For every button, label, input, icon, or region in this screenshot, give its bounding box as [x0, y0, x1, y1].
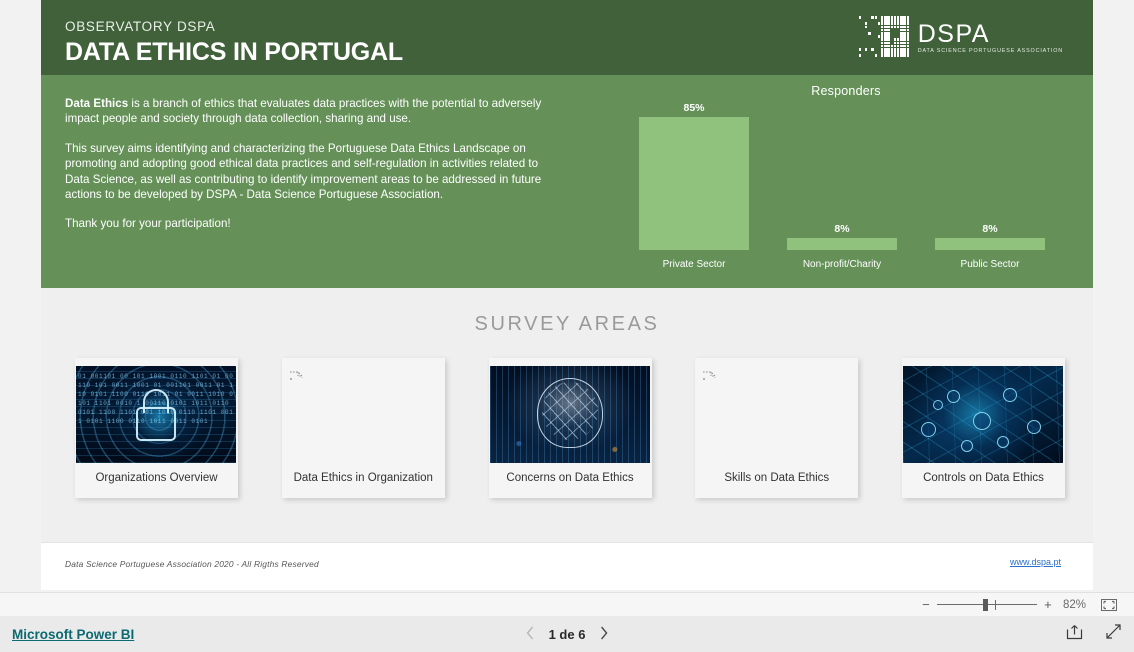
network-node — [973, 412, 991, 430]
power-bi-report-viewer: OBSERVATORY DSPA DATA ETHICS IN PORTUGAL… — [0, 0, 1134, 652]
report-footer: Data Science Portuguese Association 2020… — [41, 542, 1093, 590]
bar-label-private-sector: Private Sector — [611, 259, 777, 270]
bar-wrap: 8% — [787, 117, 897, 250]
bar-value-private-sector: 85% — [639, 102, 749, 114]
chart-title: Responders — [621, 84, 1071, 98]
intro-paragraph-2: This survey aims identifying and charact… — [65, 141, 563, 203]
share-icon — [1066, 623, 1083, 640]
intro-paragraph-1-rest: is a branch of ethics that evaluates dat… — [65, 97, 541, 125]
bar-column-private-sector[interactable]: 85% Private Sector — [621, 117, 767, 272]
padlock-body — [136, 407, 176, 441]
zoom-level-label: 82% — [1063, 599, 1086, 611]
intro-paragraph-3: Thank you for your participation! — [65, 216, 563, 231]
dspa-logo: DSPA DATA SCIENCE PORTUGUESE ASSOCIATION — [846, 14, 1063, 62]
bar-wrap: 85% — [639, 117, 749, 250]
intro-lead: Data Ethics — [65, 97, 128, 110]
card-label: Concerns on Data Ethics — [489, 472, 652, 484]
responders-bar-chart[interactable]: Responders 85% Private Sector 8% Non-pro… — [621, 84, 1071, 279]
intro-paragraph-1: Data Ethics is a branch of ethics that e… — [65, 96, 563, 127]
network-node — [947, 390, 960, 403]
report-canvas: OBSERVATORY DSPA DATA ETHICS IN PORTUGAL… — [41, 0, 1093, 590]
head-outline — [537, 378, 603, 448]
dspa-website-link[interactable]: www.dspa.pt — [1010, 557, 1061, 567]
zoom-slider-handle[interactable] — [983, 599, 988, 611]
survey-card-concerns-on-data-ethics[interactable]: Concerns on Data Ethics — [489, 358, 652, 498]
fit-to-page-button[interactable] — [1096, 596, 1122, 614]
bar-nonprofit[interactable] — [787, 238, 897, 251]
zoom-out-button[interactable]: − — [919, 597, 933, 612]
chart-plot-area: 85% Private Sector 8% Non-profit/Charity — [621, 117, 1071, 272]
card-label: Controls on Data Ethics — [902, 472, 1065, 484]
broken-image-icon — [702, 371, 716, 387]
survey-card-skills-on-data-ethics[interactable]: Skills on Data Ethics — [695, 358, 858, 498]
bar-label-nonprofit: Non-profit/Charity — [759, 259, 925, 270]
bar-column-nonprofit[interactable]: 8% Non-profit/Charity — [769, 117, 915, 272]
fit-to-page-icon — [1101, 599, 1117, 611]
zoom-slider[interactable] — [937, 598, 1037, 612]
page-title: DATA ETHICS IN PORTUGAL — [65, 38, 403, 67]
card-thumbnail-broken-image-icon — [696, 366, 856, 463]
dspa-logo-subtitle: DATA SCIENCE PORTUGUESE ASSOCIATION — [918, 48, 1063, 55]
zoom-bar: − + 82% — [0, 592, 1134, 616]
zoom-slider-tick — [995, 600, 996, 610]
dspa-logo-mark-icon — [846, 16, 912, 60]
page-indicator: 1 de 6 — [549, 627, 586, 642]
ai-brain-art — [490, 366, 650, 463]
network-nodes-art — [903, 366, 1063, 463]
card-label: Skills on Data Ethics — [695, 472, 858, 484]
report-eyebrow: OBSERVATORY DSPA — [65, 19, 216, 34]
chevron-left-icon — [526, 626, 535, 640]
survey-areas-heading: SURVEY AREAS — [41, 313, 1093, 336]
survey-card-controls-on-data-ethics[interactable]: Controls on Data Ethics — [902, 358, 1065, 498]
card-thumbnail-padlock-icon: 01 001101 00 101 1001 0110 1101 01 00110… — [76, 366, 236, 463]
network-node — [921, 422, 936, 437]
previous-page-button[interactable] — [526, 626, 535, 643]
fullscreen-button[interactable] — [1105, 623, 1122, 645]
intro-text: Data Ethics is a branch of ethics that e… — [65, 96, 563, 232]
microsoft-power-bi-link[interactable]: Microsoft Power BI — [12, 627, 134, 642]
next-page-button[interactable] — [599, 626, 608, 643]
survey-card-data-ethics-in-organization[interactable]: Data Ethics in Organization — [282, 358, 445, 498]
report-header: OBSERVATORY DSPA DATA ETHICS IN PORTUGAL… — [41, 0, 1093, 288]
card-label: Organizations Overview — [75, 472, 238, 484]
report-viewport: OBSERVATORY DSPA DATA ETHICS IN PORTUGAL… — [0, 0, 1134, 592]
bar-value-public-sector: 8% — [935, 223, 1045, 235]
dspa-logo-word: DSPA — [918, 22, 1063, 47]
padlock-binary-art: 01 001101 00 101 1001 0110 1101 01 00110… — [76, 366, 236, 463]
card-label: Data Ethics in Organization — [282, 472, 445, 484]
dspa-logo-text: DSPA DATA SCIENCE PORTUGUESE ASSOCIATION — [918, 22, 1063, 55]
copyright-text: Data Science Portuguese Association 2020… — [65, 559, 319, 569]
bar-label-public-sector: Public Sector — [907, 259, 1073, 270]
card-thumbnail-ai-brain-icon — [490, 366, 650, 463]
bar-private-sector[interactable] — [639, 117, 749, 250]
bar-public-sector[interactable] — [935, 238, 1045, 251]
survey-card-organizations-overview[interactable]: 01 001101 00 101 1001 0110 1101 01 00110… — [75, 358, 238, 498]
network-node — [1003, 388, 1017, 402]
card-thumbnail-network-icon — [903, 366, 1063, 463]
page-navigation: 1 de 6 — [526, 626, 609, 643]
power-bi-app-bar: Microsoft Power BI 1 de 6 — [0, 616, 1134, 652]
card-thumbnail-broken-image-icon — [283, 366, 443, 463]
network-node — [961, 440, 973, 452]
bar-column-public-sector[interactable]: 8% Public Sector — [917, 117, 1063, 272]
bar-wrap: 8% — [935, 117, 1045, 250]
zoom-in-button[interactable]: + — [1041, 597, 1055, 612]
network-node — [933, 400, 943, 410]
chevron-right-icon — [599, 626, 608, 640]
fullscreen-icon — [1105, 623, 1122, 640]
app-bar-actions — [1066, 623, 1122, 645]
network-node — [1027, 420, 1041, 434]
survey-area-cards: 01 001101 00 101 1001 0110 1101 01 00110… — [75, 358, 1065, 498]
bar-value-nonprofit: 8% — [787, 223, 897, 235]
share-button[interactable] — [1066, 623, 1083, 645]
broken-image-icon — [289, 371, 303, 387]
network-node — [997, 436, 1009, 448]
